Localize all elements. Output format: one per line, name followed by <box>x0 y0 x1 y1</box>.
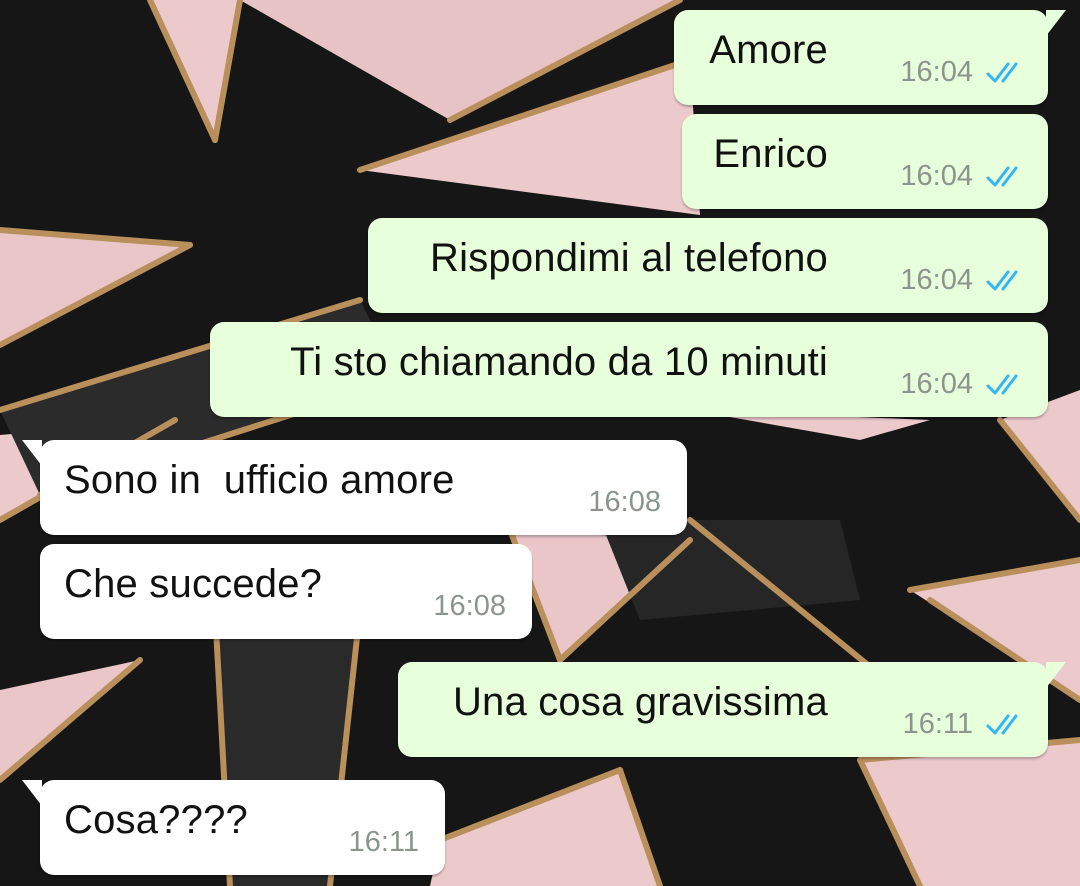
bubble-tail <box>1046 662 1066 688</box>
message-time: 16:04 <box>900 160 973 192</box>
read-double-check-icon <box>986 270 1018 291</box>
message-bubble-incoming[interactable]: Che succede? 16:08 <box>40 544 532 639</box>
bubble-tail <box>22 440 42 466</box>
message-text: Sono in ufficio amore <box>64 458 455 502</box>
bubble-tail <box>22 780 42 806</box>
message-bubble-outgoing[interactable]: Amore 16:04 <box>674 10 1066 105</box>
message-time: 16:08 <box>588 486 661 518</box>
bubble-tail <box>1046 10 1066 36</box>
message-text: Ti sto chiamando da 10 minuti <box>290 340 828 384</box>
message-bubble-incoming[interactable]: Sono in ufficio amore 16:08 <box>22 440 687 535</box>
message-text: Amore <box>709 28 828 72</box>
message-time: 16:04 <box>900 56 973 88</box>
message-text: Che succede? <box>64 562 323 606</box>
read-double-check-icon <box>986 62 1018 83</box>
message-text: Enrico <box>713 132 828 176</box>
read-double-check-icon <box>986 714 1018 735</box>
message-time: 16:11 <box>902 708 973 740</box>
message-bubble-incoming[interactable]: Cosa???? 16:11 <box>22 780 445 875</box>
message-text: Una cosa gravissima <box>452 680 828 724</box>
message-time: 16:04 <box>900 368 973 400</box>
message-time: 16:11 <box>348 826 419 858</box>
message-text: Cosa???? <box>64 798 248 842</box>
message-bubble-outgoing[interactable]: Enrico 16:04 <box>682 114 1048 209</box>
read-double-check-icon <box>986 166 1018 187</box>
message-bubble-outgoing[interactable]: Una cosa gravissima 16:11 <box>398 662 1066 757</box>
message-bubble-outgoing[interactable]: Rispondimi al telefono 16:04 <box>368 218 1048 313</box>
message-time: 16:04 <box>900 264 973 296</box>
chat-screen: Amore 16:04 Enrico 16:04 Rispondimi al t… <box>0 0 1080 886</box>
message-time: 16:08 <box>433 590 506 622</box>
read-double-check-icon <box>986 374 1018 395</box>
message-text: Rispondimi al telefono <box>430 236 828 280</box>
message-bubble-outgoing[interactable]: Ti sto chiamando da 10 minuti 16:04 <box>210 322 1048 417</box>
